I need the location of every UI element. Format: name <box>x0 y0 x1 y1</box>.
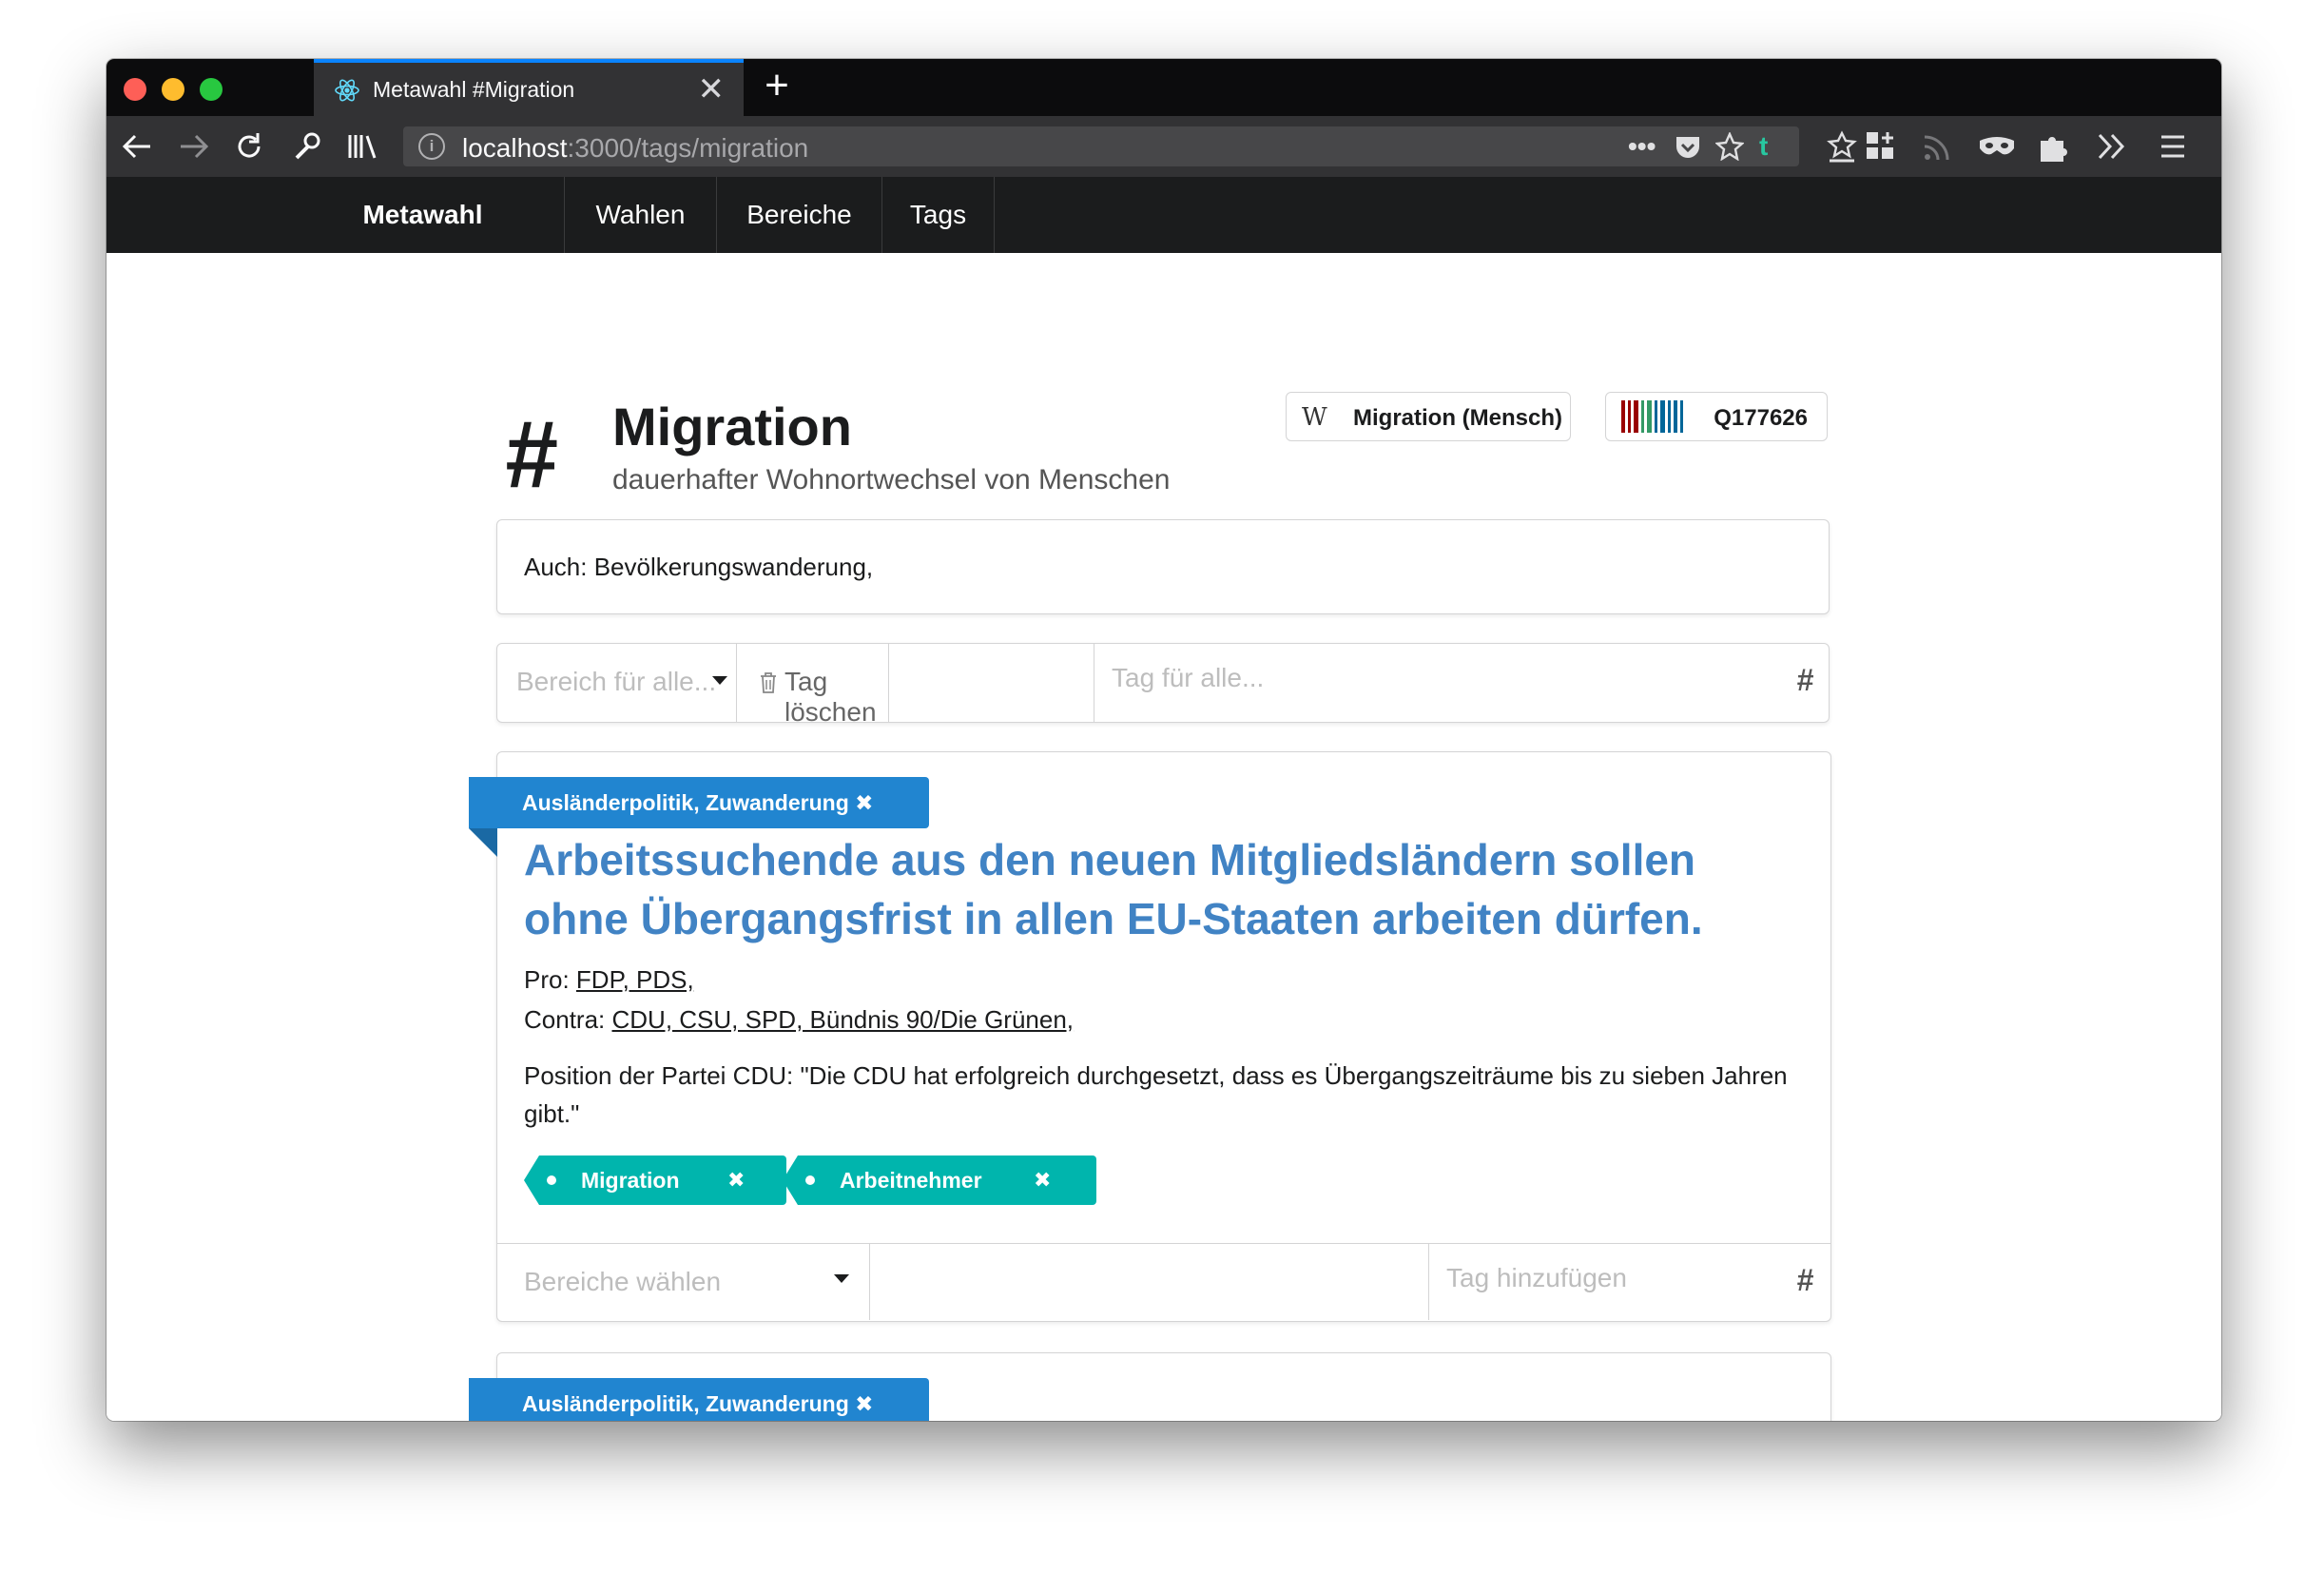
site-navbar: Metawahl Wahlen Bereiche Tags <box>107 177 2221 253</box>
category-ribbon[interactable]: Ausländerpolitik, Zuwanderung ✖ <box>469 777 929 828</box>
pro-parties-link[interactable]: FDP, PDS, <box>576 965 694 994</box>
bulk-edit-toolbar: Bereich für alle... Tag löschen Tag für … <box>496 643 1830 727</box>
aliases-text: Auch: Bevölkerungswanderung, <box>524 553 874 581</box>
remove-tag-icon[interactable]: ✖ <box>727 1155 745 1205</box>
thesis-title[interactable]: Arbeitssuchende aus den neuen Mitgliedsl… <box>524 830 1779 948</box>
category-for-all-placeholder: Bereich für alle... <box>516 667 717 696</box>
delete-tag-label: Tag löschen <box>784 667 877 727</box>
tag-point <box>524 1155 539 1205</box>
downloads-icon[interactable] <box>1826 129 1858 164</box>
url-host: localhost <box>462 133 568 163</box>
wikidata-barcode-icon <box>1621 400 1683 433</box>
aliases-segment: Auch: Bevölkerungswanderung, <box>496 519 1830 614</box>
nav-item-bereiche[interactable]: Bereiche <box>717 177 882 253</box>
rss-icon[interactable] <box>1921 131 1953 164</box>
remove-category-icon[interactable]: ✖ <box>855 790 873 815</box>
tag-title: Migration <box>612 397 852 456</box>
tag-label-migration[interactable]: Migration ✖ <box>524 1155 786 1205</box>
url-bar[interactable]: i localhost:3000/tags/migration ••• t <box>403 126 1799 166</box>
tag-add-input[interactable]: Tag hinzufügen # <box>1429 1244 1829 1320</box>
react-atom-icon <box>335 79 359 102</box>
zoom-window-button[interactable] <box>200 78 223 101</box>
overflow-chevrons-icon[interactable] <box>2096 131 2128 162</box>
site-info-icon[interactable]: i <box>418 133 445 160</box>
url-text[interactable]: localhost:3000/tags/migration <box>462 133 808 164</box>
pro-line: Pro: FDP, PDS, <box>524 965 694 995</box>
close-window-button[interactable] <box>124 78 146 101</box>
private-mask-icon[interactable] <box>1978 133 2016 160</box>
grid-addon-icon[interactable] <box>1864 129 1898 164</box>
thesis-card: Ausländerpolitik, Zuwanderung ✖ Arbeitss… <box>469 751 1831 1322</box>
trash-icon <box>761 672 776 693</box>
minimize-window-button[interactable] <box>162 78 184 101</box>
tag-label-text: Migration <box>581 1168 680 1193</box>
category-select-placeholder: Bereiche wählen <box>524 1267 722 1296</box>
wikipedia-w-icon: W <box>1302 403 1327 432</box>
hashtag-input-icon: # <box>1796 1263 1813 1297</box>
tag-add-placeholder: Tag hinzufügen <box>1446 1263 1627 1292</box>
hashtag-input-icon: # <box>1796 663 1813 697</box>
thesis-card: Ausländerpolitik, Zuwanderung ✖ <box>469 1352 1831 1421</box>
tag-description: dauerhafter Wohnortwechsel von Menschen <box>612 464 1171 495</box>
wikidata-link-button[interactable]: Q177626 <box>1605 392 1828 441</box>
page-content: # Migration dauerhafter Wohnortwechsel v… <box>107 253 2221 1421</box>
wikidata-id: Q177626 <box>1714 405 1808 431</box>
browser-window: Metawahl #Migration ✕ + i localhost:3000… <box>107 59 2221 1421</box>
back-arrow-icon[interactable] <box>118 131 156 162</box>
puzzle-addon-icon[interactable] <box>2037 129 2071 164</box>
delete-tag-button[interactable]: Tag löschen <box>737 644 889 727</box>
reload-icon[interactable] <box>232 129 266 164</box>
remove-tag-icon[interactable]: ✖ <box>1034 1155 1051 1205</box>
tag-label-arbeitnehmer[interactable]: Arbeitnehmer ✖ <box>783 1155 1096 1205</box>
category-select-dropdown[interactable]: Bereiche wählen <box>497 1244 870 1320</box>
wikipedia-label: Migration (Mensch) <box>1353 405 1562 431</box>
nav-item-wahlen[interactable]: Wahlen <box>565 177 717 253</box>
ribbon-fold <box>469 828 497 857</box>
hamburger-menu-icon[interactable] <box>2159 133 2187 160</box>
category-ribbon-label: Ausländerpolitik, Zuwanderung <box>522 790 849 815</box>
contra-label: Contra: <box>524 1005 606 1034</box>
thesis-toolbar-spacer <box>870 1244 1429 1320</box>
tab-title: Metawahl #Migration <box>373 77 575 102</box>
tab-close-icon[interactable]: ✕ <box>698 70 726 108</box>
toolbar-spacer <box>889 644 1094 722</box>
browser-toolbar: i localhost:3000/tags/migration ••• t <box>107 116 2221 177</box>
contra-parties-link[interactable]: CDU, CSU, SPD, Bündnis 90/Die Grünen, <box>612 1005 1075 1034</box>
url-path: :3000/tags/migration <box>567 133 809 163</box>
wikipedia-link-button[interactable]: W Migration (Mensch) <box>1286 392 1571 441</box>
nav-item-tags[interactable]: Tags <box>882 177 995 253</box>
dropdown-caret-icon <box>712 676 727 685</box>
page-actions-icon[interactable]: ••• <box>1628 131 1656 162</box>
category-for-all-dropdown[interactable]: Bereich für alle... <box>497 644 737 722</box>
tag-dot <box>805 1175 815 1185</box>
contra-line: Contra: CDU, CSU, SPD, Bündnis 90/Die Gr… <box>524 1005 1074 1035</box>
thesis-edit-toolbar: Bereiche wählen Tag hinzufügen # <box>497 1243 1830 1321</box>
new-tab-button[interactable]: + <box>753 61 801 110</box>
forward-arrow-icon[interactable] <box>175 131 213 162</box>
tab-strip: Metawahl #Migration ✕ + <box>107 59 2221 116</box>
party-position-text: Position der Partei CDU: "Die CDU hat er… <box>524 1061 1788 1128</box>
library-icon[interactable] <box>344 129 382 164</box>
bookmark-star-icon[interactable] <box>1715 132 1744 161</box>
pro-label: Pro: <box>524 965 570 994</box>
category-ribbon[interactable]: Ausländerpolitik, Zuwanderung ✖ <box>469 1378 929 1421</box>
remove-category-icon[interactable]: ✖ <box>855 1391 873 1416</box>
category-ribbon-label: Ausländerpolitik, Zuwanderung <box>522 1391 849 1416</box>
wrench-icon[interactable] <box>289 129 323 164</box>
nav-brand-metawahl[interactable]: Metawahl <box>281 177 565 253</box>
tag-for-all-input[interactable]: Tag für alle... # <box>1094 644 1829 722</box>
extension-t-icon[interactable]: t <box>1759 131 1768 162</box>
browser-tab-active[interactable]: Metawahl #Migration ✕ <box>314 59 744 116</box>
tag-point <box>783 1155 798 1205</box>
hashtag-icon: # <box>504 401 557 508</box>
tag-label-text: Arbeitnehmer <box>840 1168 982 1193</box>
pocket-icon[interactable] <box>1674 133 1702 162</box>
dropdown-caret-icon <box>834 1274 849 1283</box>
tag-for-all-placeholder: Tag für alle... <box>1112 663 1265 692</box>
tag-dot <box>547 1175 556 1185</box>
